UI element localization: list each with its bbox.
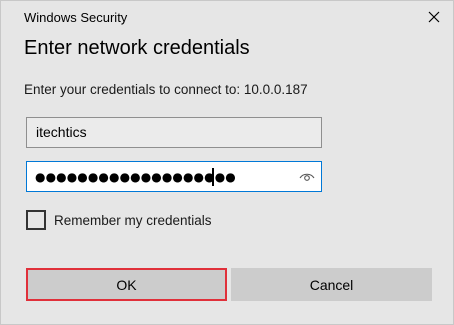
remember-label: Remember my credentials xyxy=(54,212,212,228)
eye-icon xyxy=(299,173,315,181)
close-button[interactable] xyxy=(417,1,451,33)
window-title: Windows Security xyxy=(24,10,128,25)
title-bar: Windows Security xyxy=(1,1,454,33)
username-field[interactable]: itechtics xyxy=(26,117,322,148)
password-field[interactable]: ●●●●●●●●●●●●●●●●●●● xyxy=(26,161,322,192)
remember-credentials-option[interactable]: Remember my credentials xyxy=(26,210,212,230)
ok-button[interactable]: OK xyxy=(26,268,227,301)
credentials-dialog: Windows Security Enter network credentia… xyxy=(0,0,454,325)
reveal-password-button[interactable] xyxy=(298,169,316,185)
remember-checkbox[interactable] xyxy=(26,210,46,230)
dialog-heading: Enter network credentials xyxy=(24,37,250,59)
password-mask: ●●●●●●●●●●●●●●●●●●● xyxy=(35,170,236,184)
connection-prompt: Enter your credentials to connect to: 10… xyxy=(24,82,308,97)
close-icon xyxy=(428,11,440,23)
cancel-button[interactable]: Cancel xyxy=(231,268,432,301)
text-caret xyxy=(212,168,214,186)
